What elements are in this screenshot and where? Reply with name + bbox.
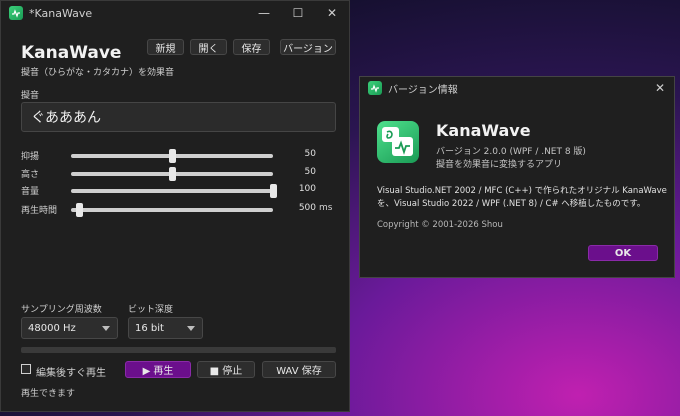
minimize-icon: —: [258, 6, 270, 20]
slider-value: 50: [304, 167, 316, 177]
close-icon: ✕: [326, 6, 338, 20]
about-app-icon: [368, 81, 382, 95]
slider-label: 抑揚: [21, 152, 40, 162]
about-titlebar: バージョン情報 ✕: [360, 77, 674, 99]
status-text: 再生できます: [21, 389, 76, 399]
bitdepth-label: ビット深度: [128, 305, 174, 315]
bitdepth-select[interactable]: 16 bit: [128, 317, 203, 339]
sampling-value: 48000 Hz: [28, 322, 76, 334]
about-close-button[interactable]: ✕: [646, 77, 674, 99]
slider-thumb[interactable]: [169, 167, 176, 181]
app-subtitle: 擬音（ひらがな・カタカナ）を効果音: [21, 68, 175, 78]
slider-value: 50: [304, 149, 316, 159]
save-button[interactable]: 保存: [233, 39, 270, 55]
minimize-button[interactable]: —: [247, 1, 281, 25]
maximize-button[interactable]: ☐: [281, 1, 315, 25]
close-button[interactable]: ✕: [315, 1, 349, 25]
about-dialog: バージョン情報 ✕ KanaWave バージョン 2.0.0 (WPF / .N…: [359, 76, 675, 278]
new-button[interactable]: 新規: [147, 39, 184, 55]
maximize-icon: ☐: [292, 6, 304, 20]
kanawave-logo-icon: [377, 121, 419, 163]
about-app-name: KanaWave: [436, 121, 531, 140]
slider-value: 100: [298, 184, 316, 194]
auto-play-checkbox[interactable]: [21, 364, 31, 374]
slider-label: 音量: [21, 187, 40, 197]
about-title: バージョン情報: [388, 84, 458, 96]
onomatopoeia-input[interactable]: ぐあああん: [21, 102, 336, 132]
slider-unit: ms: [319, 203, 333, 213]
close-icon: ✕: [654, 81, 666, 95]
chevron-down-icon: [187, 326, 195, 331]
about-description: 擬音を効果音に変換するアプリ: [436, 160, 563, 170]
slider-track[interactable]: [71, 149, 273, 163]
app-icon: [9, 6, 23, 20]
play-button[interactable]: ▶ 再生: [125, 361, 191, 378]
slider-label: 高さ: [21, 170, 40, 180]
main-window-title: *KanaWave: [29, 6, 93, 20]
chevron-down-icon: [102, 326, 110, 331]
stop-button[interactable]: ■ 停止: [197, 361, 255, 378]
wav-save-button[interactable]: WAV 保存: [262, 361, 336, 378]
progress-bar: [21, 347, 336, 353]
version-button[interactable]: バージョン: [280, 39, 336, 55]
slider-thumb[interactable]: [76, 203, 84, 217]
input-label: 擬音: [21, 91, 40, 101]
app-heading: KanaWave: [21, 43, 122, 63]
sampling-select[interactable]: 48000 Hz: [21, 317, 118, 339]
main-titlebar: *KanaWave — ☐ ✕: [1, 1, 349, 25]
auto-play-label: 編集後すぐ再生: [36, 368, 106, 379]
about-body-line1: Visual Studio.NET 2002 / MFC (C++) で作られた…: [377, 186, 667, 196]
slider-track[interactable]: [71, 184, 277, 198]
about-version: バージョン 2.0.0 (WPF / .NET 8 版): [436, 147, 586, 157]
slider-track[interactable]: [71, 203, 273, 217]
ok-button[interactable]: OK: [588, 245, 658, 261]
about-body-line2: を、Visual Studio 2022 / WPF (.NET 8) / C#…: [377, 199, 646, 209]
slider-thumb[interactable]: [169, 149, 176, 163]
sampling-label: サンプリング周波数: [21, 305, 102, 315]
slider-label: 再生時間: [21, 206, 58, 216]
about-copyright: Copyright © 2001-2026 Shou: [377, 220, 503, 230]
main-window: *KanaWave — ☐ ✕ KanaWave 擬音（ひらがな・カタカナ）を効…: [0, 0, 350, 412]
slider-track[interactable]: [71, 167, 273, 181]
open-button[interactable]: 開く: [190, 39, 227, 55]
bitdepth-value: 16 bit: [135, 322, 164, 334]
slider-value: 500: [298, 203, 316, 213]
